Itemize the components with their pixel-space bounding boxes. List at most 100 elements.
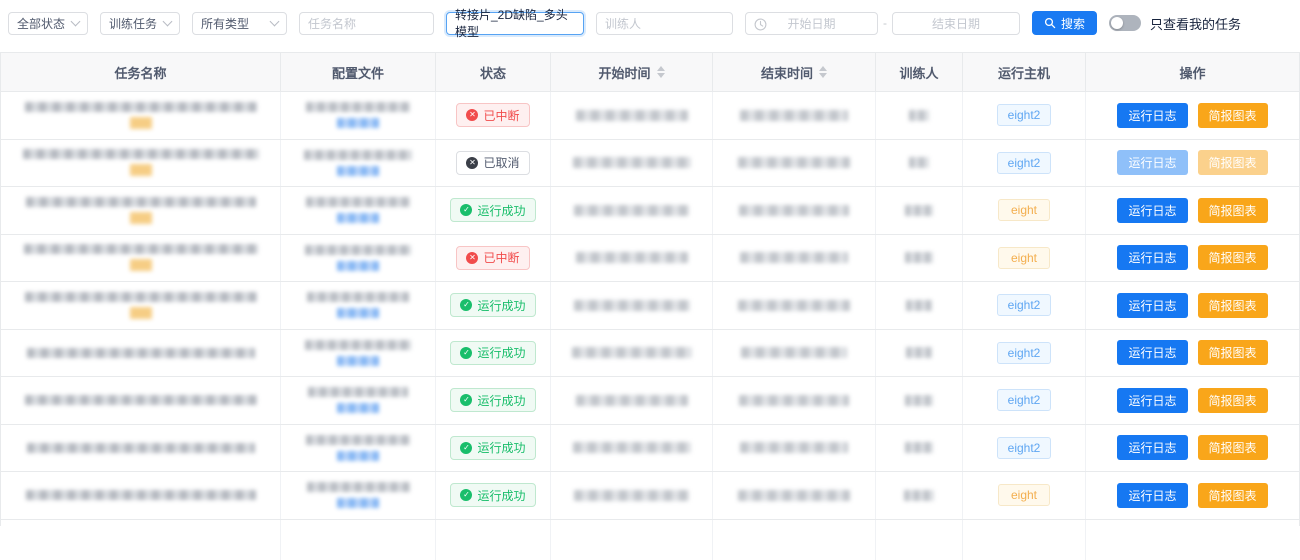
run-log-button[interactable]: 运行日志 bbox=[1117, 340, 1187, 365]
trainer-redacted bbox=[905, 442, 933, 453]
task-tag-redacted bbox=[130, 259, 152, 271]
host-tag: eight bbox=[998, 247, 1050, 269]
sort-icon[interactable] bbox=[819, 66, 827, 78]
status-icon: ✓ bbox=[460, 299, 472, 311]
status-badge: ✓ 运行成功 bbox=[450, 341, 535, 365]
task-type-filter-select[interactable]: 训练任务 bbox=[100, 12, 180, 35]
report-chart-button[interactable]: 简报图表 bbox=[1198, 483, 1268, 508]
config-link-redacted[interactable] bbox=[337, 118, 379, 128]
run-log-button[interactable]: 运行日志 bbox=[1117, 483, 1187, 508]
toggle-knob bbox=[1111, 17, 1123, 29]
status-label: 运行成功 bbox=[477, 487, 525, 504]
status-icon: ✕ bbox=[466, 109, 478, 121]
task-tag-redacted bbox=[130, 212, 152, 224]
config-file-redacted bbox=[304, 150, 412, 160]
config-file-redacted bbox=[308, 387, 408, 397]
status-label: 运行成功 bbox=[477, 297, 525, 314]
status-label: 已中断 bbox=[483, 249, 519, 266]
trainer-redacted bbox=[906, 300, 932, 311]
task-name-redacted bbox=[23, 149, 259, 159]
status-icon: ✓ bbox=[460, 442, 472, 454]
report-chart-button[interactable]: 简报图表 bbox=[1198, 245, 1268, 270]
start-date-input[interactable]: 开始日期 bbox=[745, 12, 878, 35]
run-log-button[interactable]: 运行日志 bbox=[1117, 435, 1187, 460]
start-time-redacted bbox=[574, 300, 690, 311]
status-filter-select[interactable]: 全部状态 bbox=[8, 12, 88, 35]
end-time-redacted bbox=[738, 490, 850, 501]
config-link-redacted[interactable] bbox=[337, 356, 379, 366]
category-filter-select[interactable]: 所有类型 bbox=[192, 12, 287, 35]
status-icon: ✓ bbox=[460, 489, 472, 501]
trainer-input[interactable]: 训练人 bbox=[596, 12, 733, 35]
chevron-down-icon bbox=[270, 17, 280, 27]
my-tasks-toggle[interactable] bbox=[1109, 15, 1141, 31]
status-label: 运行成功 bbox=[477, 439, 525, 456]
config-link-redacted[interactable] bbox=[337, 213, 379, 223]
run-log-button[interactable]: 运行日志 bbox=[1117, 293, 1187, 318]
config-link-redacted[interactable] bbox=[337, 166, 379, 176]
end-time-redacted bbox=[740, 442, 848, 453]
table-row: ✕ 已中断 eight 运行日志 简报图表 bbox=[1, 235, 1299, 283]
search-button[interactable]: 搜索 bbox=[1032, 11, 1097, 35]
config-link-redacted[interactable] bbox=[337, 403, 379, 413]
task-name-redacted bbox=[26, 490, 256, 500]
trainer-redacted bbox=[905, 205, 933, 216]
end-date-placeholder: 结束日期 bbox=[932, 15, 980, 32]
config-file-redacted bbox=[306, 435, 410, 445]
task-tag-redacted bbox=[130, 164, 152, 176]
config-link-redacted[interactable] bbox=[337, 308, 379, 318]
status-filter-value: 全部状态 bbox=[17, 15, 65, 32]
report-chart-button[interactable]: 简报图表 bbox=[1198, 103, 1268, 128]
config-link-redacted[interactable] bbox=[337, 498, 379, 508]
table-row: ✓ 运行成功 eight 运行日志 简报图表 bbox=[1, 187, 1299, 235]
status-label: 运行成功 bbox=[477, 344, 525, 361]
run-log-button[interactable]: 运行日志 bbox=[1117, 245, 1187, 270]
status-badge: ✓ 运行成功 bbox=[450, 293, 535, 317]
header-end-time[interactable]: 结束时间 bbox=[713, 53, 876, 91]
task-name-input[interactable]: 任务名称 bbox=[299, 12, 434, 35]
report-chart-button[interactable]: 简报图表 bbox=[1198, 435, 1268, 460]
start-time-redacted bbox=[576, 252, 688, 263]
start-time-redacted bbox=[574, 205, 689, 216]
task-type-filter-value: 训练任务 bbox=[109, 15, 157, 32]
table-row: ✓ 运行成功 eight2 运行日志 简报图表 bbox=[1, 330, 1299, 378]
clock-icon bbox=[754, 18, 767, 31]
sort-icon[interactable] bbox=[657, 66, 665, 78]
run-log-button[interactable]: 运行日志 bbox=[1117, 388, 1187, 413]
trainer-redacted bbox=[904, 490, 934, 501]
config-link-redacted[interactable] bbox=[337, 451, 379, 461]
host-tag: eight bbox=[998, 199, 1050, 221]
task-name-redacted bbox=[27, 348, 255, 358]
task-name-redacted bbox=[27, 443, 255, 453]
header-status: 状态 bbox=[436, 53, 551, 91]
report-chart-button[interactable]: 简报图表 bbox=[1198, 293, 1268, 318]
header-start-time[interactable]: 开始时间 bbox=[551, 53, 713, 91]
report-chart-button[interactable]: 简报图表 bbox=[1198, 198, 1268, 223]
report-chart-button[interactable]: 简报图表 bbox=[1198, 340, 1268, 365]
run-log-button[interactable]: 运行日志 bbox=[1117, 150, 1187, 175]
status-badge: ✓ 运行成功 bbox=[450, 436, 535, 460]
report-chart-button[interactable]: 简报图表 bbox=[1198, 150, 1268, 175]
header-task-name: 任务名称 bbox=[1, 53, 281, 91]
host-tag: eight2 bbox=[997, 389, 1052, 411]
end-time-redacted bbox=[741, 347, 847, 358]
config-link-redacted[interactable] bbox=[337, 261, 379, 271]
search-icon bbox=[1044, 17, 1056, 29]
table-row: ✓ 运行成功 eight2 运行日志 简报图表 bbox=[1, 377, 1299, 425]
my-tasks-toggle-label: 只查看我的任务 bbox=[1150, 14, 1241, 33]
table-row: ✓ 运行成功 eight 运行日志 简报图表 bbox=[1, 472, 1299, 520]
start-time-redacted bbox=[572, 347, 692, 358]
table-row: ✕ 已取消 eight2 运行日志 简报图表 bbox=[1, 140, 1299, 188]
run-log-button[interactable]: 运行日志 bbox=[1117, 103, 1187, 128]
search-keyword-input[interactable]: 转接片_2D缺陷_多头模型 bbox=[446, 12, 584, 35]
host-tag: eight bbox=[998, 484, 1050, 506]
run-log-button[interactable]: 运行日志 bbox=[1117, 198, 1187, 223]
report-chart-button[interactable]: 简报图表 bbox=[1198, 388, 1268, 413]
end-date-input[interactable]: 结束日期 bbox=[892, 12, 1020, 35]
trainer-placeholder: 训练人 bbox=[605, 15, 641, 32]
end-time-redacted bbox=[738, 157, 850, 168]
trainer-redacted bbox=[909, 157, 929, 168]
config-file-redacted bbox=[307, 292, 409, 302]
task-name-redacted bbox=[26, 197, 256, 207]
table-row: ✓ 运行成功 eight2 运行日志 简报图表 bbox=[1, 282, 1299, 330]
